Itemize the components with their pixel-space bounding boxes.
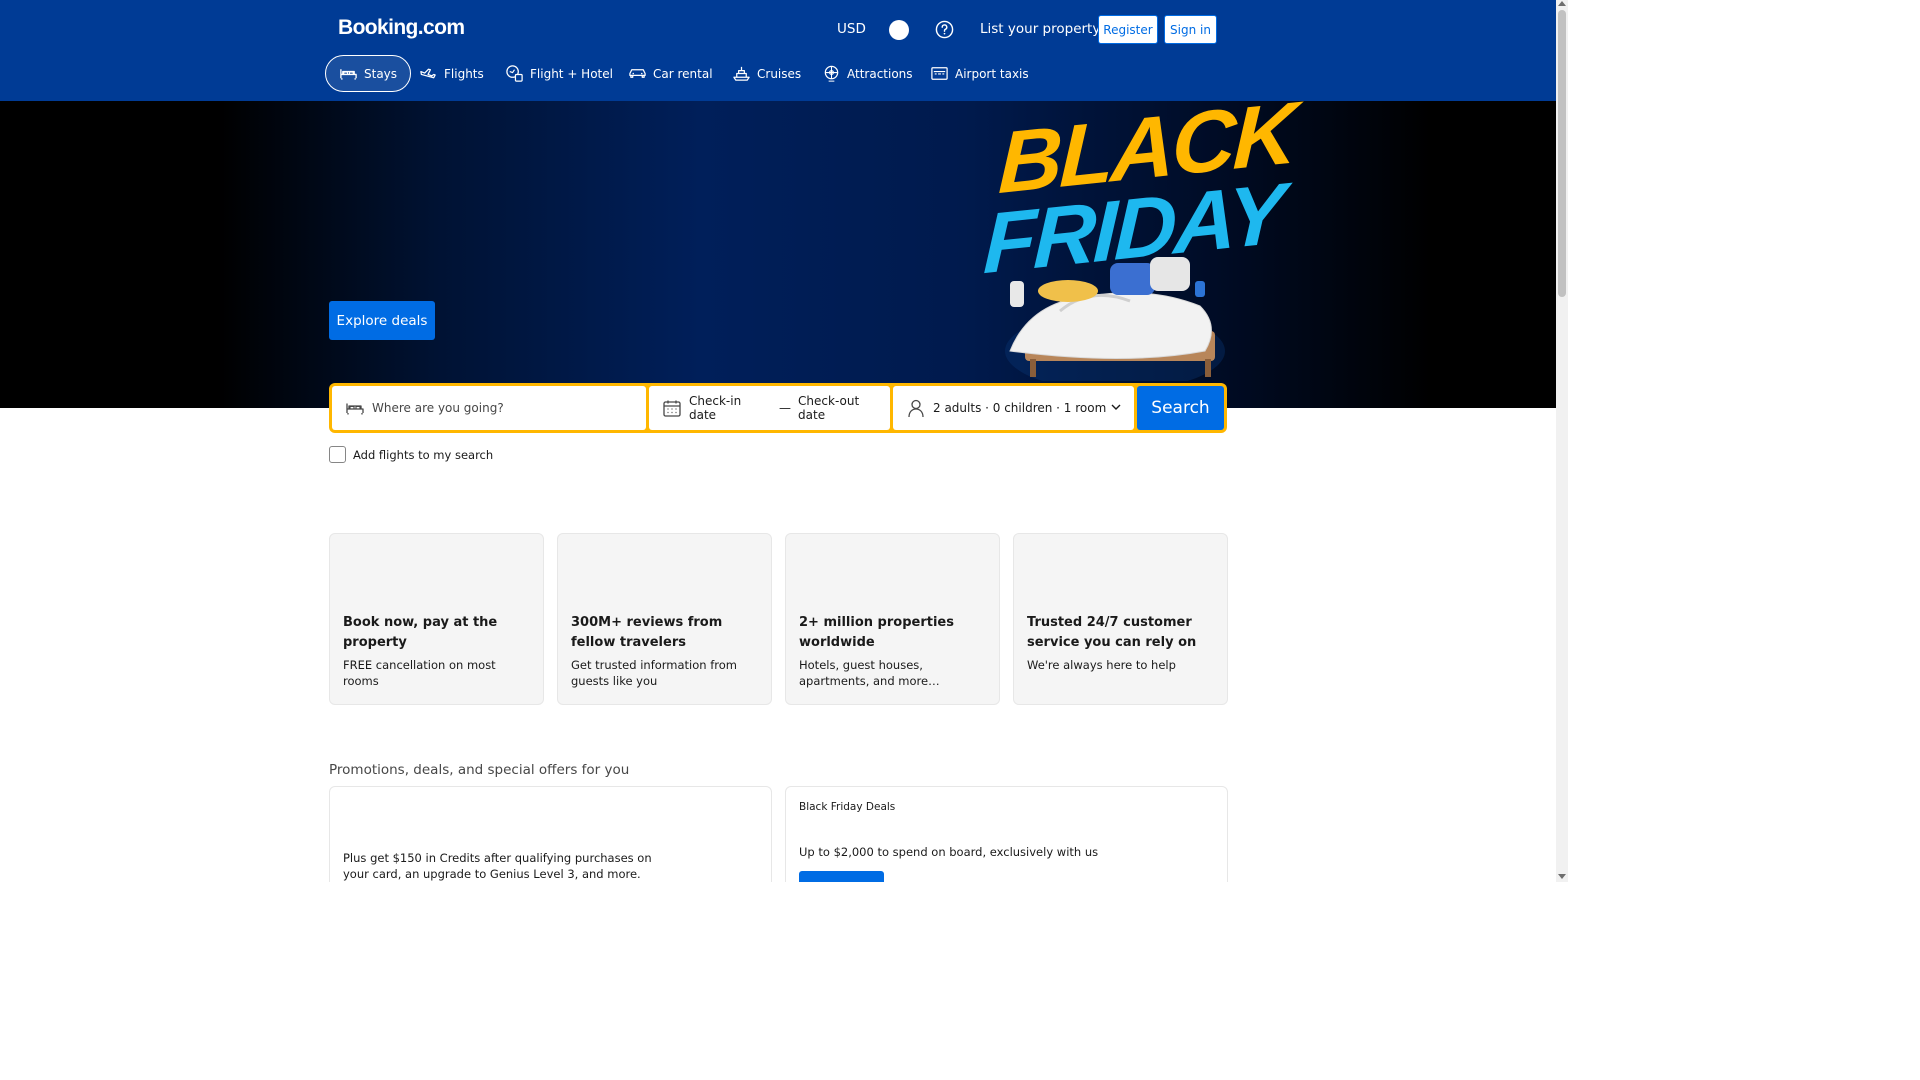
feature-card: 300M+ reviews from fellow travelers Get … bbox=[557, 533, 772, 705]
feature-card: Trusted 24/7 customer service you can re… bbox=[1013, 533, 1228, 705]
header: Booking.com USD List your property Regis… bbox=[0, 0, 1556, 101]
tab-airport-taxis[interactable]: Airport taxis bbox=[917, 55, 1042, 92]
tab-stays[interactable]: Stays bbox=[325, 55, 412, 92]
feature-title: Book now, pay at the property bbox=[343, 615, 498, 650]
tab-attractions-label: Attractions bbox=[847, 66, 913, 81]
tab-attractions[interactable]: Attractions bbox=[809, 55, 926, 92]
hero-banner[interactable]: BLACK FRIDAY Explore deals bbox=[0, 101, 1556, 408]
attractions-icon bbox=[824, 65, 839, 82]
promo-card-credits[interactable]: Plus get $150 in Credits after qualifyin… bbox=[329, 786, 772, 882]
page: Booking.com USD List your property Regis… bbox=[0, 0, 1568, 882]
taxi-icon bbox=[931, 67, 948, 80]
feature-title: 2+ million properties worldwide bbox=[799, 615, 954, 650]
tab-cruises-label: Cruises bbox=[757, 66, 802, 81]
tab-car-rental-label: Car rental bbox=[653, 66, 713, 81]
occupancy-field[interactable]: 2 adults · 0 children · 1 room bbox=[893, 386, 1134, 430]
checkout-date: Check-out date bbox=[798, 394, 860, 422]
feature-card: Book now, pay at the property FREE cance… bbox=[329, 533, 544, 705]
scroll-up-icon[interactable] bbox=[1558, 1, 1566, 6]
scrollbar-thumb[interactable] bbox=[1558, 10, 1566, 297]
tab-flights[interactable]: Flights bbox=[406, 55, 497, 92]
promo-card-black-friday[interactable]: Black Friday Deals Up to $2,000 to spend… bbox=[785, 786, 1228, 882]
car-icon bbox=[629, 69, 646, 78]
language-flag-icon[interactable] bbox=[889, 20, 909, 40]
tab-flight-hotel[interactable]: Flight + Hotel bbox=[492, 55, 626, 92]
explore-deals-button[interactable]: Explore deals bbox=[329, 301, 435, 340]
tab-cruises[interactable]: Cruises bbox=[719, 55, 814, 92]
tab-airport-taxis-label: Airport taxis bbox=[955, 66, 1029, 81]
chevron-down-icon bbox=[1111, 404, 1121, 410]
add-flights-checkbox[interactable] bbox=[329, 446, 346, 463]
plane-icon bbox=[420, 68, 436, 79]
destination-placeholder: Where are you going? bbox=[372, 401, 504, 415]
feature-description: FREE cancellation on most rooms bbox=[343, 658, 496, 688]
tab-flight-hotel-label: Flight + Hotel bbox=[530, 66, 613, 81]
help-icon[interactable] bbox=[935, 20, 954, 39]
promotions-heading: Promotions, deals, and special offers fo… bbox=[329, 762, 630, 778]
date-separator: — bbox=[779, 401, 792, 415]
promo-card-text: Plus get $150 in Credits after qualifyin… bbox=[343, 851, 652, 881]
date-picker-field[interactable]: Check-in date — Check-out date bbox=[649, 386, 890, 430]
tab-car-rental[interactable]: Car rental bbox=[615, 55, 726, 92]
flight-hotel-icon bbox=[506, 65, 523, 82]
bed-illustration-icon bbox=[1005, 257, 1225, 381]
feature-title: Trusted 24/7 customer service you can re… bbox=[1027, 615, 1197, 650]
calendar-icon bbox=[663, 400, 681, 417]
promo-tag: Black Friday Deals bbox=[799, 801, 896, 813]
register-button[interactable]: Register bbox=[1098, 15, 1158, 44]
search-button[interactable]: Search bbox=[1137, 386, 1224, 430]
tab-flights-label: Flights bbox=[444, 66, 484, 81]
feature-description: Get trusted information from guests like… bbox=[571, 658, 737, 688]
promo-card-text: Up to $2,000 to spend on board, exclusiv… bbox=[799, 845, 1099, 859]
promo-cta-button[interactable] bbox=[799, 871, 884, 882]
feature-description: Hotels, guest houses, apartments, and mo… bbox=[799, 658, 940, 688]
feature-title: 300M+ reviews from fellow travelers bbox=[571, 615, 723, 650]
sign-in-button[interactable]: Sign in bbox=[1164, 15, 1217, 44]
destination-input[interactable]: Where are you going? bbox=[332, 386, 646, 430]
list-your-property-link[interactable]: List your property bbox=[980, 21, 1100, 37]
search-bar: Where are you going? Check-in date — Che… bbox=[329, 383, 1227, 433]
ship-icon bbox=[733, 66, 750, 81]
feature-description: We're always here to help bbox=[1027, 658, 1176, 672]
tab-stays-label: Stays bbox=[364, 66, 398, 81]
bed-icon bbox=[340, 69, 357, 80]
feature-card: 2+ million properties worldwide Hotels, … bbox=[785, 533, 1000, 705]
person-icon bbox=[908, 399, 924, 418]
bed-icon bbox=[346, 403, 364, 415]
scroll-down-icon[interactable] bbox=[1558, 874, 1566, 879]
add-flights-option[interactable]: Add flights to my search bbox=[329, 446, 493, 463]
booking-logo[interactable]: Booking.com bbox=[338, 16, 465, 40]
occupancy-value: 2 adults · 0 children · 1 room bbox=[933, 401, 1107, 415]
add-flights-label: Add flights to my search bbox=[353, 447, 494, 462]
checkin-date: Check-in date bbox=[689, 394, 742, 422]
currency-button[interactable]: USD bbox=[837, 21, 866, 37]
